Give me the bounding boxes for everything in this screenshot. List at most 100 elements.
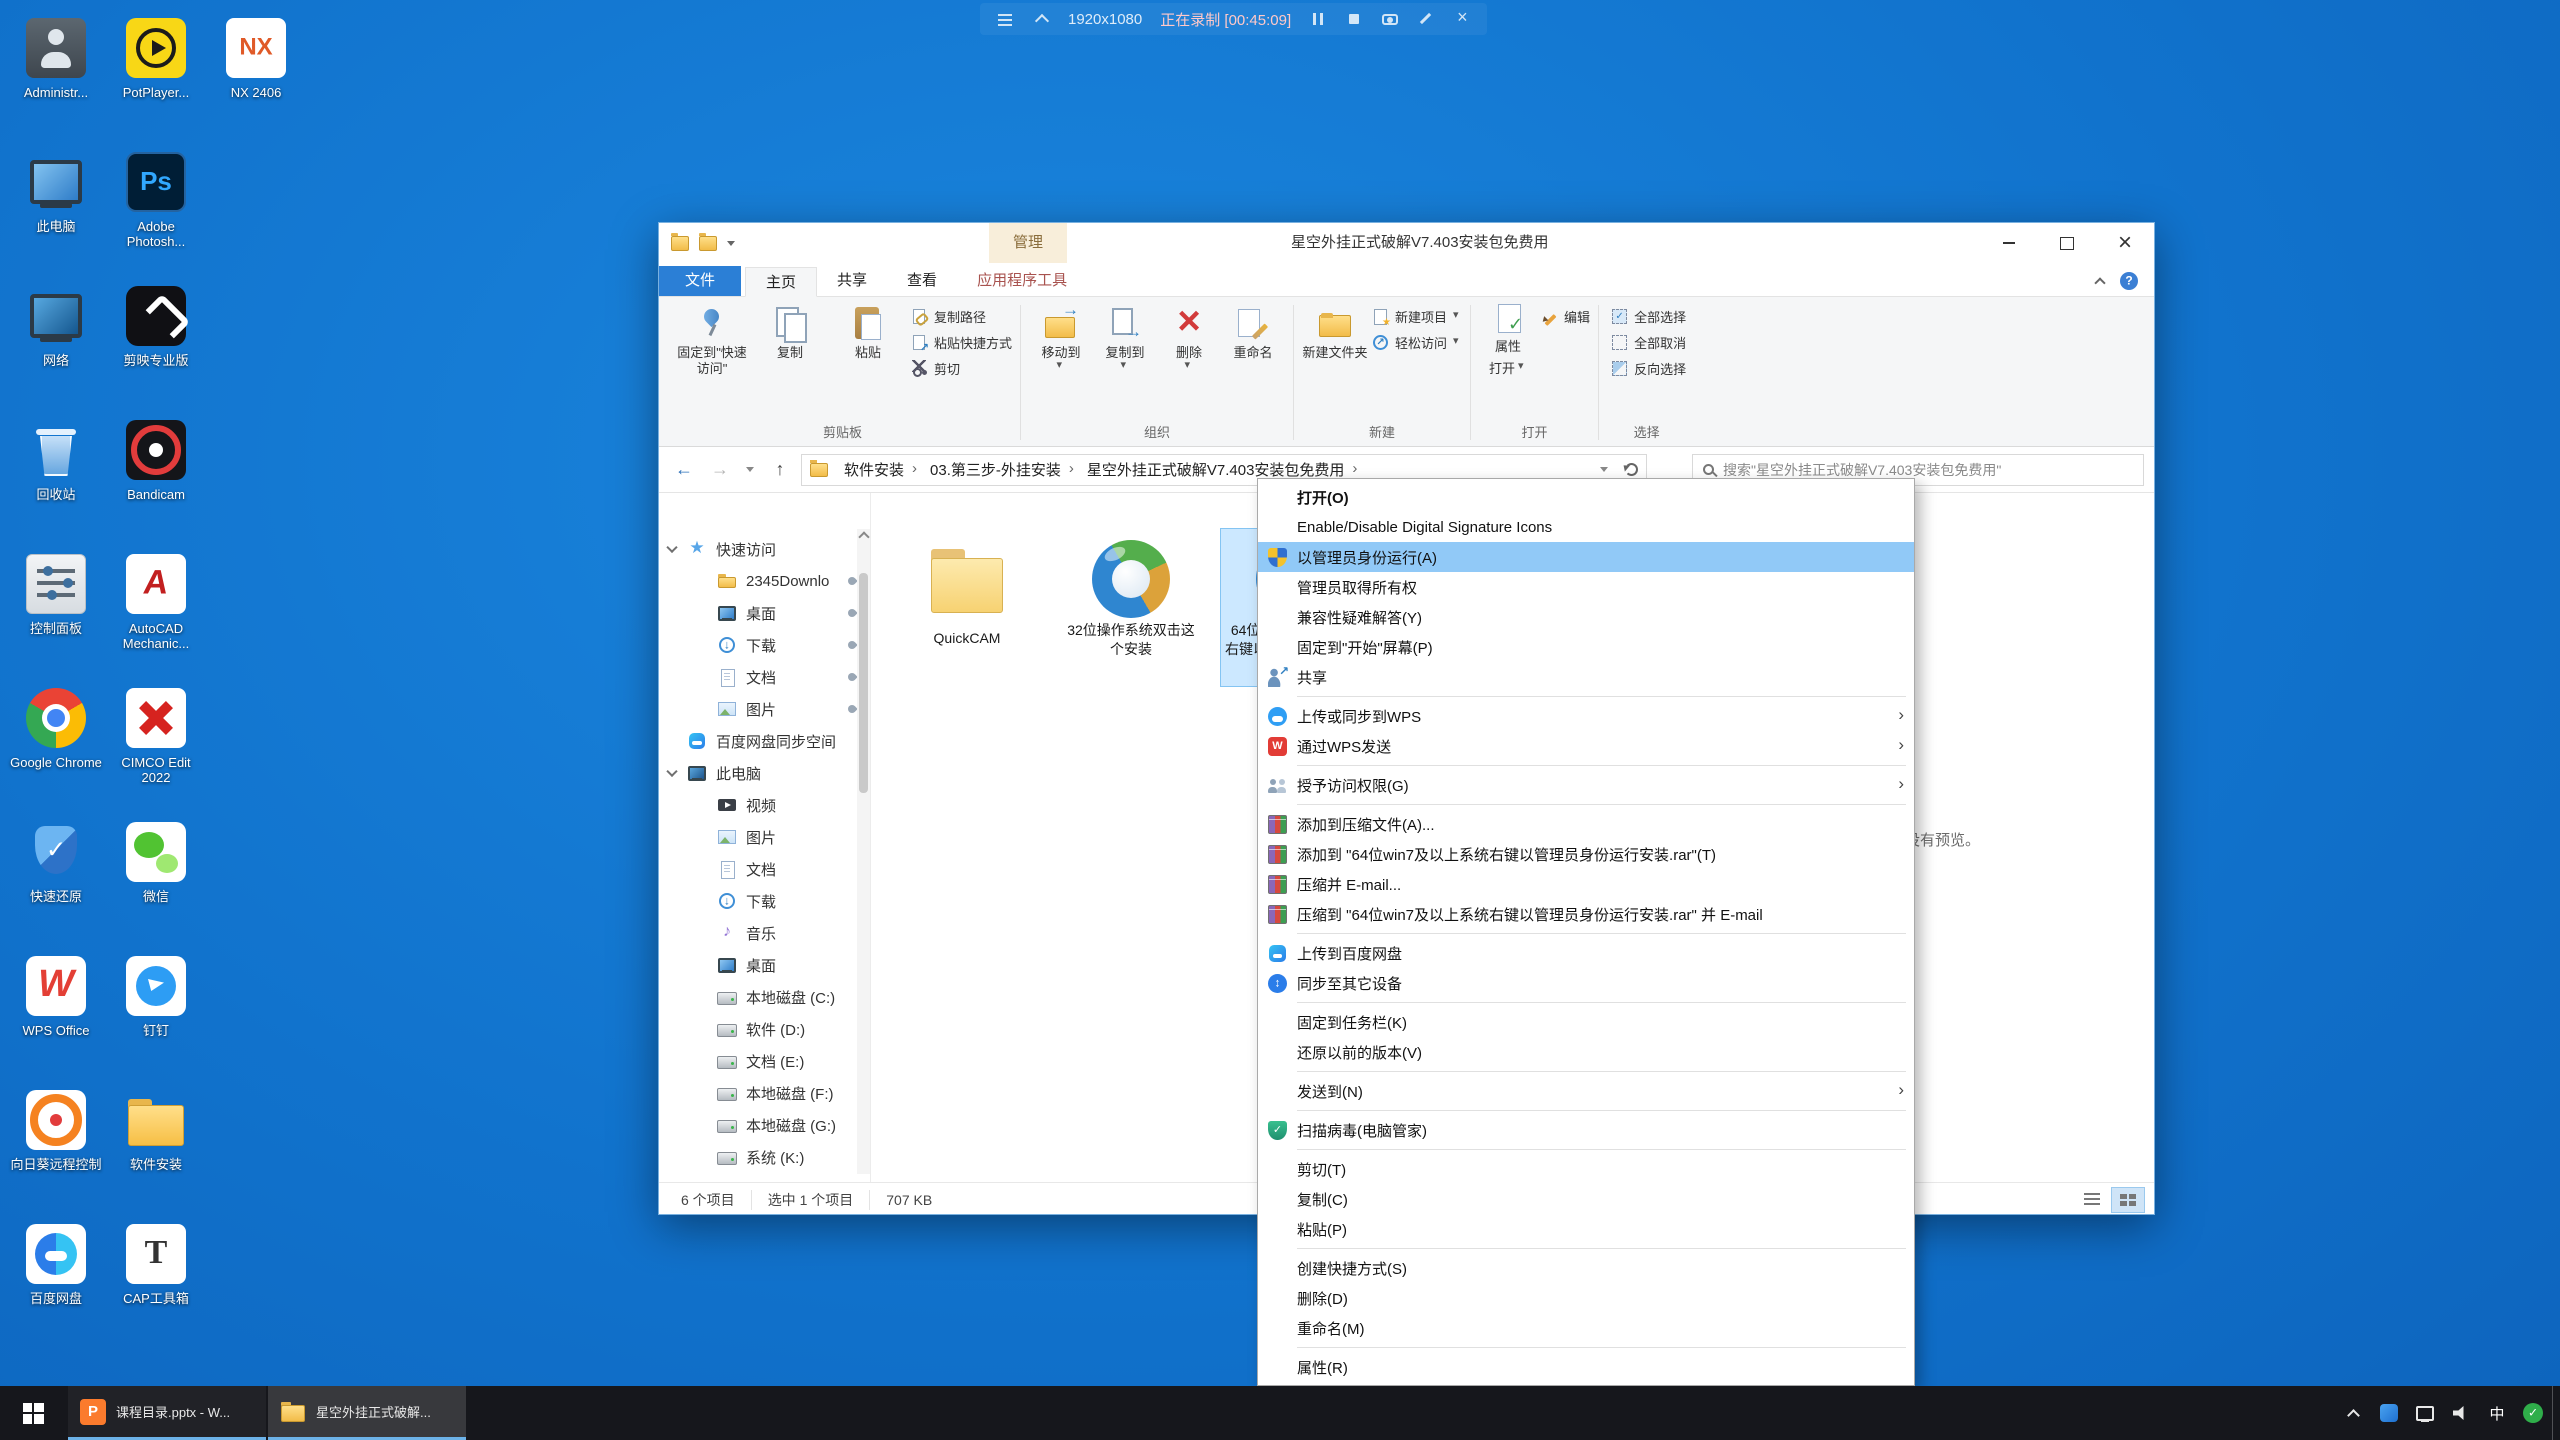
thumbnail-view-button[interactable] — [2112, 1188, 2144, 1212]
desktop-icon[interactable]: 快速还原 — [6, 820, 106, 954]
ribbon-tab[interactable]: 共享 — [817, 266, 887, 296]
nav-item[interactable]: 快速访问 — [659, 533, 870, 565]
close-button[interactable] — [2096, 223, 2154, 263]
start-button[interactable] — [0, 1386, 66, 1440]
ribbon-button[interactable]: 删除 — [1157, 299, 1221, 370]
nav-item[interactable]: 文档 — [659, 661, 870, 693]
nav-item[interactable]: 下载 — [659, 885, 870, 917]
ribbon-button[interactable]: 全部选择 — [1611, 307, 1686, 326]
nav-scrollbar[interactable] — [857, 529, 870, 1174]
desktop-icon[interactable]: Adobe Photosh... — [106, 150, 206, 284]
recorder-draw-button[interactable] — [1417, 10, 1435, 28]
minimize-button[interactable] — [1980, 223, 2038, 263]
breadcrumb-item[interactable]: 软件安装 — [836, 459, 922, 480]
nav-item[interactable]: 此电脑 — [659, 757, 870, 789]
tree-chevron-icon[interactable] — [666, 766, 677, 777]
ribbon-button[interactable]: 复制 — [751, 299, 829, 361]
nav-item[interactable]: 下载 — [659, 629, 870, 661]
context-menu-item[interactable]: 同步至其它设备 — [1258, 968, 1914, 998]
breadcrumb-item[interactable]: 星空外挂正式破解V7.403安装包免费用 — [1079, 459, 1363, 480]
ribbon-button[interactable]: 复制路径 — [911, 307, 1012, 326]
context-menu-item[interactable]: 扫描病毒(电脑管家) — [1258, 1115, 1914, 1145]
forward-button[interactable]: → — [705, 455, 735, 485]
tray-icon-button[interactable] — [2408, 1386, 2442, 1440]
context-menu-item[interactable]: 压缩到 "64位win7及以上系统右键以管理员身份运行安装.rar" 并 E-m… — [1258, 899, 1914, 929]
ribbon-tab[interactable]: 查看 — [887, 266, 957, 296]
context-menu-item[interactable]: 打开(O) — [1258, 482, 1914, 512]
tray-icon-button[interactable] — [2516, 1386, 2550, 1440]
desktop-icon[interactable]: NX 2406 — [206, 16, 306, 150]
context-menu-item[interactable]: 剪切(T) — [1258, 1154, 1914, 1184]
details-view-button[interactable] — [2076, 1188, 2108, 1212]
desktop-icon[interactable]: CAP工具箱 — [106, 1222, 206, 1356]
breadcrumb-chevron-icon[interactable] — [912, 462, 922, 478]
new-folder-quick-icon[interactable] — [699, 236, 717, 251]
context-menu-item[interactable]: 管理员取得所有权 — [1258, 572, 1914, 602]
nav-item[interactable]: 本地磁盘 (C:) — [659, 981, 870, 1013]
help-icon[interactable] — [2120, 272, 2138, 290]
desktop-icon[interactable]: Bandicam — [106, 418, 206, 552]
file-item[interactable]: QuickCAM — [893, 529, 1041, 656]
nav-item[interactable]: 文档 — [659, 853, 870, 885]
collapse-ribbon-icon[interactable] — [2094, 277, 2105, 288]
tray-icon-button[interactable] — [2336, 1386, 2370, 1440]
context-menu-item[interactable]: 上传到百度网盘 — [1258, 938, 1914, 968]
nav-item[interactable]: 视频 — [659, 789, 870, 821]
nav-item[interactable]: 图片 — [659, 693, 870, 725]
ribbon-button[interactable]: 重命名 — [1221, 299, 1285, 361]
tray-icon-button[interactable]: 中 — [2480, 1386, 2514, 1440]
ribbon-tab[interactable]: 主页 — [745, 267, 817, 297]
title-bar[interactable]: 管理 星空外挂正式破解V7.403安装包免费用 — [659, 223, 2154, 263]
nav-item[interactable]: 文档 (E:) — [659, 1045, 870, 1077]
maximize-button[interactable] — [2038, 223, 2096, 263]
ribbon-button[interactable]: 编辑 — [1541, 307, 1590, 326]
context-menu-item[interactable]: 通过WPS发送 — [1258, 731, 1914, 761]
nav-item[interactable]: 软件 (D:) — [659, 1013, 870, 1045]
context-menu-item[interactable]: 粘贴(P) — [1258, 1214, 1914, 1244]
desktop-icon[interactable]: 软件安装 — [106, 1088, 206, 1222]
context-menu-item[interactable]: 压缩并 E-mail... — [1258, 869, 1914, 899]
desktop-icon[interactable]: 钉钉 — [106, 954, 206, 1088]
context-menu-item[interactable]: 删除(D) — [1258, 1283, 1914, 1313]
ribbon-button[interactable]: 全部取消 — [1611, 333, 1686, 352]
context-menu-item[interactable]: 固定到任务栏(K) — [1258, 1007, 1914, 1037]
recorder-close-button[interactable] — [1453, 10, 1471, 28]
breadcrumb-item[interactable]: 03.第三步-外挂安装 — [922, 459, 1079, 480]
context-menu-item[interactable]: 兼容性疑难解答(Y) — [1258, 602, 1914, 632]
desktop-icon[interactable]: 微信 — [106, 820, 206, 954]
ribbon-tab[interactable]: 应用程序工具 — [957, 266, 1087, 296]
properties-quick-icon[interactable] — [671, 236, 689, 251]
tray-icon-button[interactable] — [2372, 1386, 2406, 1440]
recorder-screenshot-button[interactable] — [1381, 10, 1399, 28]
nav-item[interactable]: 桌面 — [659, 597, 870, 629]
desktop-icon[interactable]: 百度网盘 — [6, 1222, 106, 1356]
desktop-icon[interactable]: 此电脑 — [6, 150, 106, 284]
ribbon-button[interactable]: 粘贴快捷方式 — [911, 333, 1012, 352]
open-dropdown-button[interactable]: 打开 — [1489, 358, 1527, 377]
ribbon-button[interactable]: 移动到 — [1029, 299, 1093, 370]
nav-item[interactable]: 百度网盘同步空间 — [659, 725, 870, 757]
desktop-icon[interactable]: 控制面板 — [6, 552, 106, 686]
ribbon-button[interactable]: 剪切 — [911, 359, 1012, 378]
desktop-icon[interactable]: PotPlayer... — [106, 16, 206, 150]
nav-item[interactable]: 系统 (K:) — [659, 1141, 870, 1173]
properties-split-button[interactable]: 属性 打开 — [1479, 299, 1537, 377]
nav-item[interactable]: 图片 — [659, 821, 870, 853]
back-button[interactable]: ← — [669, 455, 699, 485]
recorder-stop-button[interactable] — [1345, 10, 1363, 28]
refresh-icon[interactable] — [1625, 463, 1638, 476]
context-menu-item[interactable]: 固定到"开始"屏幕(P) — [1258, 632, 1914, 662]
context-menu-item[interactable]: 授予访问权限(G) — [1258, 770, 1914, 800]
tree-chevron-icon[interactable] — [666, 542, 677, 553]
context-menu-item[interactable]: 重命名(M) — [1258, 1313, 1914, 1343]
context-menu-item[interactable]: 共享 — [1258, 662, 1914, 692]
taskbar-app-button[interactable]: 课程目录.pptx - W... — [68, 1386, 266, 1440]
nav-scrollbar-thumb[interactable] — [859, 573, 868, 793]
ribbon-tab[interactable]: 文件 — [659, 266, 741, 296]
breadcrumb-chevron-icon[interactable] — [1352, 462, 1362, 478]
nav-item[interactable]: 音乐 — [659, 917, 870, 949]
context-menu-item[interactable]: 创建快捷方式(S) — [1258, 1253, 1914, 1283]
recorder-menu-icon[interactable] — [996, 10, 1014, 28]
desktop-icon[interactable]: 网络 — [6, 284, 106, 418]
up-button[interactable]: ↑ — [765, 455, 795, 485]
